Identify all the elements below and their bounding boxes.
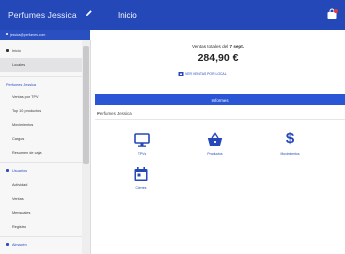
- store-icon: [178, 72, 184, 76]
- sidebar-item-top-productos[interactable]: Top 10 productos: [0, 104, 82, 118]
- sidebar-item-label: Top 10 productos: [12, 109, 42, 113]
- basket-icon: [207, 132, 223, 146]
- sidebar-item-locales[interactable]: Locales: [0, 58, 82, 72]
- sidebar-item-label: Locales: [12, 63, 26, 67]
- sidebar-item-label: Registro: [12, 225, 27, 229]
- sidebar-item-label: Cargos: [12, 137, 25, 141]
- sidebar-item-label: Ventas: [12, 197, 24, 201]
- sidebar-section-label: Perfumes Jessica: [6, 83, 36, 87]
- report-tile-label: TPVs: [137, 152, 147, 156]
- sidebar-item-movimientos[interactable]: Movimientos: [0, 118, 82, 132]
- user-email: jessica@perfumes.com: [10, 33, 46, 37]
- sales-label-prefix: Ventas totales del: [191, 44, 229, 49]
- sidebar-item-label: Ventas por TPV: [12, 95, 39, 99]
- sidebar-item-usuarios[interactable]: Usuarios: [0, 164, 82, 178]
- sidebar-item-mensuales[interactable]: Mensuales: [0, 206, 82, 220]
- dollar-icon: $: [285, 130, 295, 147]
- home-icon: [6, 49, 9, 52]
- sidebar-item-ventas[interactable]: Ventas: [0, 192, 82, 206]
- sidebar: Inicio Locales Perfumes Jessica Ventas p…: [0, 40, 83, 254]
- store-select[interactable]: Perfumes Jessica ▾: [95, 107, 345, 120]
- reports-section-header: Informes: [95, 94, 345, 105]
- main-content: Ventas totales del 7 sept. 284,90 € VER …: [91, 30, 345, 254]
- sidebar-divider: [0, 236, 82, 237]
- sidebar-item-actividad[interactable]: Actividad: [0, 178, 82, 192]
- sidebar-item-label: Almacén: [12, 243, 27, 247]
- users-icon: [6, 169, 9, 172]
- sidebar-item-inicio[interactable]: Inicio: [0, 44, 82, 58]
- calendar-icon: [134, 167, 148, 181]
- report-tile-label: Cierres: [135, 186, 147, 190]
- sidebar-item-label: Inicio: [12, 49, 21, 53]
- shopping-bag-icon[interactable]: [326, 8, 338, 20]
- sidebar-item-label: Movimientos: [12, 123, 34, 127]
- sidebar-item-resumen-caja[interactable]: Resumen de caja: [0, 146, 82, 160]
- top-bar: Perfumes Jessica Inicio: [0, 0, 345, 30]
- report-tile-productos[interactable]: Productos: [185, 132, 245, 172]
- view-sales-by-store-link[interactable]: VER VENTAS POR LOCAL: [178, 72, 227, 78]
- sidebar-divider: [0, 162, 82, 163]
- user-icon: [6, 33, 8, 35]
- sidebar-item-label: Mensuales: [12, 211, 31, 215]
- reports-title: Informes: [211, 97, 229, 103]
- sales-total-label: Ventas totales del 7 sept.: [91, 44, 345, 49]
- pencil-icon[interactable]: [84, 8, 94, 18]
- report-tile-label: Movimientos: [280, 152, 300, 156]
- sales-label-date: 7 sept.: [229, 44, 245, 49]
- view-sales-link-label: VER VENTAS POR LOCAL: [185, 72, 227, 76]
- page-title: Inicio: [118, 11, 137, 20]
- report-tile-movimientos[interactable]: $ Movimientos: [260, 130, 320, 172]
- sidebar-scrollbar[interactable]: [82, 40, 91, 254]
- brand-name[interactable]: Perfumes Jessica: [8, 10, 77, 20]
- sidebar-item-almacen[interactable]: Almacén: [0, 238, 82, 252]
- chevron-down-icon: ▾: [97, 111, 100, 116]
- report-tile-cierres[interactable]: Cierres: [111, 166, 171, 206]
- app-window: Perfumes Jessica Inicio jessica@perfumes…: [0, 0, 345, 254]
- monitor-icon: [134, 133, 150, 147]
- sidebar-item-label: Usuarios: [12, 169, 27, 173]
- report-tile-label: Productos: [207, 152, 223, 156]
- sidebar-item-cargos[interactable]: Cargos: [0, 132, 82, 146]
- sidebar-item-ventas-tpv[interactable]: Ventas por TPV: [0, 90, 82, 104]
- sidebar-item-label: Actividad: [12, 183, 28, 187]
- sales-total-amount: 284,90 €: [197, 52, 239, 64]
- user-bar[interactable]: jessica@perfumes.com: [0, 30, 90, 40]
- sidebar-item-registro[interactable]: Registro: [0, 220, 82, 234]
- warehouse-icon: [6, 243, 9, 246]
- sidebar-item-label: Resumen de caja: [12, 151, 42, 155]
- sidebar-divider: [0, 76, 82, 77]
- scrollbar-thumb[interactable]: [83, 46, 89, 164]
